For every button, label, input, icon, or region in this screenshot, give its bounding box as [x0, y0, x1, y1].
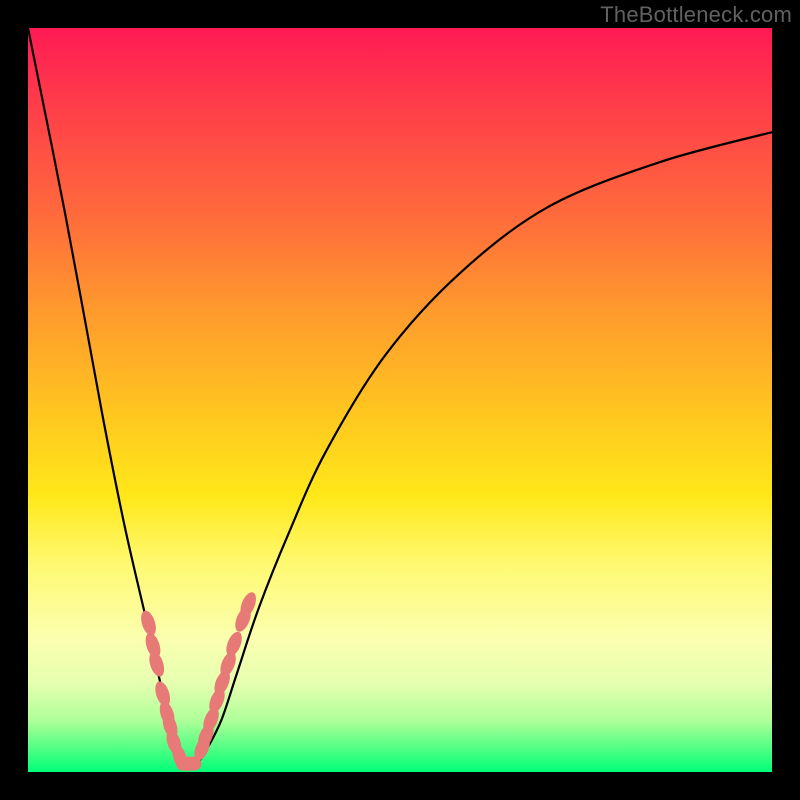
data-marker — [138, 609, 158, 638]
chart-frame: TheBottleneck.com — [0, 0, 800, 800]
data-marker — [223, 630, 245, 659]
plot-svg — [28, 28, 772, 772]
plot-area — [28, 28, 772, 772]
data-marker — [147, 650, 167, 679]
watermark-text: TheBottleneck.com — [600, 2, 792, 28]
bottleneck-curve — [28, 28, 772, 765]
